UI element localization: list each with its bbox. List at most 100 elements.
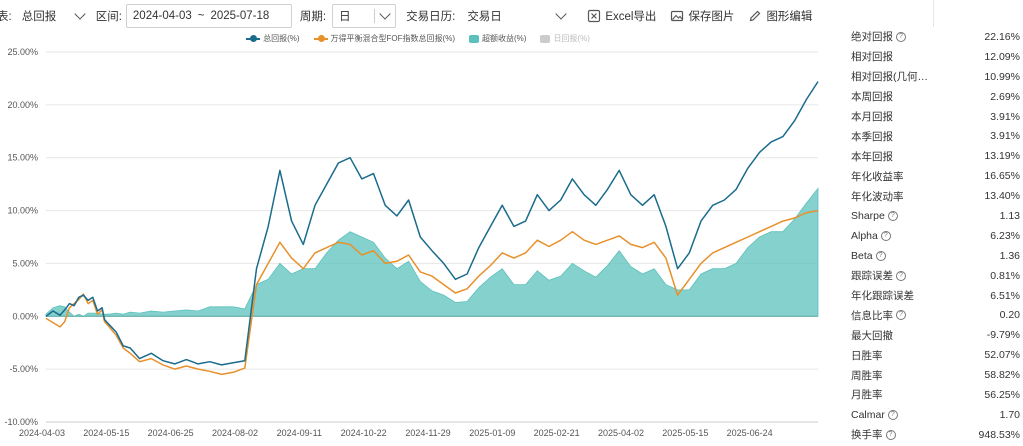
legend-item-daily-return[interactable]: 日回报(%) (540, 33, 590, 44)
mode-select[interactable]: 总回报 (15, 4, 88, 28)
metric-label: 换手率? (851, 427, 896, 442)
metric-row: 本周回报 2.69% (846, 87, 1023, 107)
date-range-picker[interactable]: 2024-04-03 ~ 2025-07-18 (125, 4, 292, 28)
metric-label-text: 跟踪误差 (851, 270, 893, 283)
help-icon[interactable]: ? (896, 270, 906, 281)
metric-label-text: 绝对回报 (851, 31, 893, 44)
metric-label: 相对回报(几何… (851, 69, 928, 84)
excel-export-label: Excel导出 (605, 11, 657, 23)
series-line-total-return (45, 81, 819, 366)
cut-label: 表: (0, 11, 12, 23)
calendar-select[interactable]: 交易日 (461, 4, 572, 28)
calendar-select-value: 交易日 (467, 11, 502, 23)
return-chart[interactable]: 25.00% 20.00% 15.00% 10.00% 5.00% 0.00% -5.00%… (0, 44, 836, 446)
x-tick-label: 2025-02-21 (534, 428, 580, 438)
period-select[interactable]: 日 (332, 4, 397, 28)
y-tick-label: 15.00% (7, 153, 38, 163)
metric-row: 相对回报 12.09% (846, 47, 1023, 67)
metric-value: 58.82% (984, 369, 1020, 382)
legend-item-excess-return[interactable]: 超额收益(%) (468, 33, 526, 44)
help-icon[interactable]: ? (887, 409, 898, 420)
metric-label-text: 周胜率 (851, 369, 883, 382)
y-tick-label: 5.00% (12, 258, 38, 268)
metric-label: 本季回报 (851, 129, 893, 144)
chart-edit-label: 图形编辑 (766, 11, 813, 23)
date-end[interactable]: 2025-07-18 (210, 10, 269, 22)
metric-label-text: Alpha (851, 229, 878, 242)
metric-row: 周胜率 58.82% (846, 365, 1023, 385)
pencil-icon (750, 10, 761, 22)
metric-value: 1.70 (999, 408, 1020, 421)
metric-row: Sharpe? 1.13 (846, 206, 1023, 226)
y-tick-label: -5.00% (9, 364, 38, 374)
x-tick-label: 2024-10-22 (341, 428, 387, 438)
metric-row: 相对回报(几何… 10.99% (846, 67, 1023, 87)
y-tick-label: -10.00% (4, 417, 38, 427)
help-icon[interactable]: ? (880, 230, 891, 241)
x-tick-label: 2024-04-03 (19, 428, 65, 438)
metric-label: 最大回撤 (851, 328, 893, 343)
chart-edit-button[interactable]: 图形编辑 (748, 8, 812, 24)
metric-row: Beta? 1.36 (846, 246, 1023, 266)
metric-label: 信息比率? (851, 308, 906, 323)
series-area-excess-return (45, 187, 819, 317)
metric-label: 日胜率 (851, 348, 883, 363)
legend-swatch (468, 34, 479, 43)
x-tick-label: 2024-09-11 (277, 428, 322, 438)
metric-row: 信息比率? 0.20 (846, 305, 1023, 325)
select-divider (374, 9, 376, 23)
x-tick-label: 2024-11-29 (405, 428, 450, 438)
period-select-value: 日 (339, 11, 351, 23)
metric-label-text: 本周回报 (851, 91, 893, 104)
metric-value: 2.69% (990, 90, 1020, 103)
metric-label: 绝对回报? (851, 29, 906, 44)
metric-row: Alpha? 6.23% (846, 226, 1023, 246)
y-tick-label: 10.00% (7, 206, 38, 216)
metric-label: 相对回报 (851, 49, 893, 64)
help-icon[interactable]: ? (887, 210, 898, 221)
metric-label: 月胜率 (851, 387, 883, 402)
metric-row: 换手率? 948.53% (846, 425, 1023, 445)
excel-export-button[interactable]: Excel导出 (587, 8, 656, 24)
legend-item-total-return[interactable]: 总回报(%) (246, 33, 300, 44)
help-icon[interactable]: ? (875, 250, 886, 261)
metric-value: 16.65% (984, 170, 1020, 183)
metric-label: 年化跟踪误差 (851, 288, 914, 303)
x-tick-label: 2025-06-24 (727, 428, 773, 438)
help-icon[interactable]: ? (896, 31, 906, 42)
metric-label-text: Sharpe (851, 209, 885, 222)
metric-label-text: 年化波动率 (851, 190, 904, 203)
interval-label: 区间: (95, 11, 122, 23)
date-start[interactable]: 2024-04-03 (133, 10, 192, 22)
metric-label-text: 本月回报 (851, 111, 893, 123)
metric-label-text: 相对回报(几何… (851, 71, 928, 84)
metric-label-text: 本年回报 (851, 150, 893, 163)
metric-row: 本年回报 13.19% (846, 146, 1023, 166)
legend-label: 日回报(%) (553, 34, 590, 43)
metric-row: 年化跟踪误差 6.51% (846, 286, 1023, 306)
chart-toolbar: 表: 总回报 区间: 2024-04-03 ~ 2025-07-18 周期: 日… (0, 0, 836, 32)
legend-swatch (540, 34, 551, 43)
metric-label: Alpha? (851, 230, 891, 242)
metric-label-text: 月胜率 (851, 389, 883, 402)
metric-label-text: 年化跟踪误差 (851, 290, 914, 303)
metric-label-text: 年化收益率 (851, 170, 904, 183)
chevron-down-icon (555, 8, 567, 20)
legend-swatch (313, 35, 328, 42)
metric-label: Sharpe? (851, 210, 898, 222)
metric-label-text: 日胜率 (851, 349, 883, 362)
save-image-button[interactable]: 保存图片 (670, 8, 734, 24)
metric-value: 10.99% (984, 70, 1020, 83)
metric-row: 跟踪误差? 0.81% (846, 266, 1023, 286)
metric-row: 年化波动率 13.40% (846, 186, 1023, 206)
legend-item-benchmark[interactable]: 万得平衡混合型FOF指数总回报(%) (313, 33, 455, 44)
metric-value: 6.51% (990, 289, 1020, 302)
legend-label: 万得平衡混合型FOF指数总回报(%) (330, 34, 455, 43)
metric-row: 本月回报 3.91% (846, 107, 1023, 127)
x-tick-label: 2025-04-02 (598, 428, 644, 438)
help-icon[interactable]: ? (896, 310, 906, 321)
metric-row: 最大回撤 -9.79% (846, 325, 1023, 345)
metrics-panel: 绝对回报? 22.16% 相对回报 12.09% 相对回报(几何… 10.99% 本周回报 2… (846, 27, 1023, 446)
help-icon[interactable]: ? (885, 429, 896, 440)
metric-label: 年化波动率 (851, 189, 904, 204)
